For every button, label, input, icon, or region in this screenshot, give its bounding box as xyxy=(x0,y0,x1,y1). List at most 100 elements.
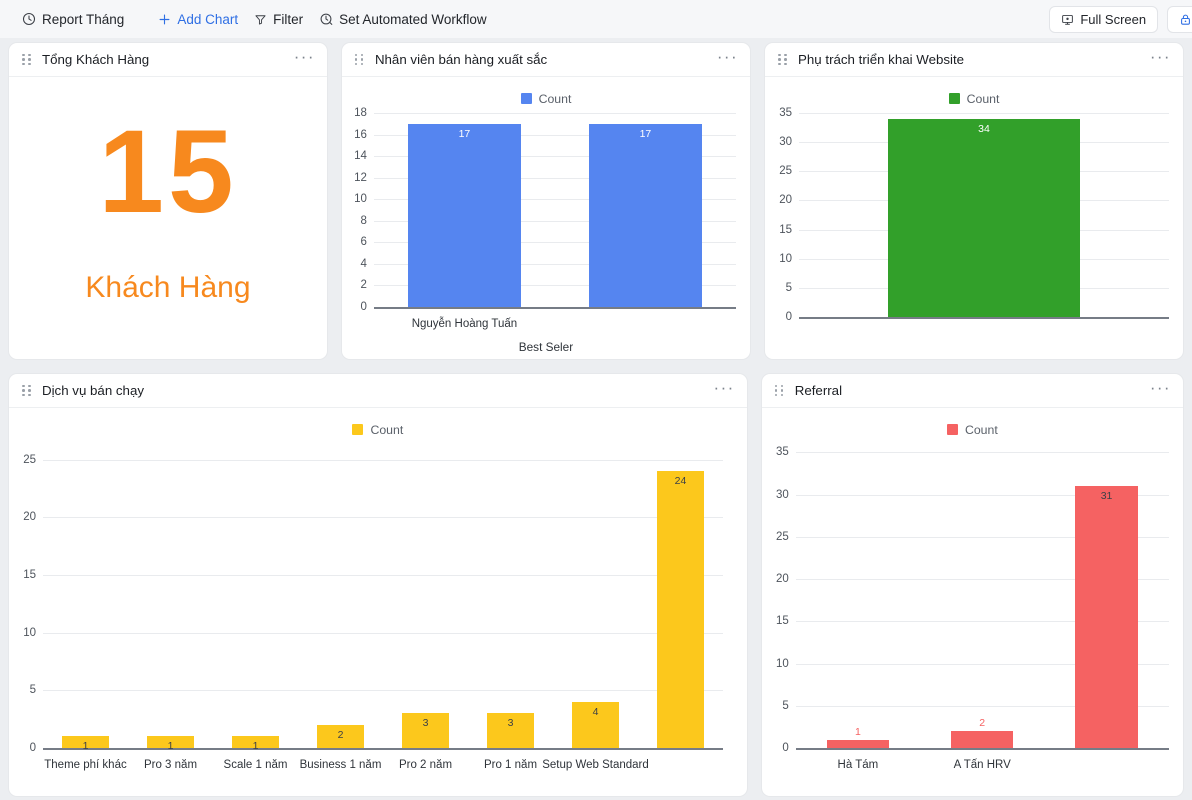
y-axis-tick-label: 20 xyxy=(775,573,789,586)
bar[interactable]: 1 xyxy=(147,736,194,752)
bar[interactable]: 2 xyxy=(951,717,1014,748)
dashboard-row-2: Dịch vụ bán chạy ··· Count 0 5 10 15 20 25 1 The… xyxy=(8,373,1184,797)
drag-handle-icon[interactable] xyxy=(22,53,31,66)
chart-services[interactable]: Count 0 5 10 15 20 25 1 Theme phí khác 1 Pro 3 năm… xyxy=(9,408,747,796)
card-menu-button[interactable]: ··· xyxy=(717,48,738,67)
x-axis-line xyxy=(373,307,736,309)
legend-swatch xyxy=(948,93,960,104)
y-axis-tick-label: 2 xyxy=(360,279,367,292)
drag-handle-icon[interactable] xyxy=(778,53,787,66)
legend-label: Count xyxy=(964,422,998,437)
bar[interactable]: 1 xyxy=(826,726,889,748)
legend-label: Count xyxy=(538,91,572,106)
bar-value-label: 2 xyxy=(337,728,344,741)
kpi-value: 15 xyxy=(98,106,238,238)
dashboard-board: Tổng Khách Hàng ··· 15 Khách Hàng Nhân v… xyxy=(0,38,1192,797)
bar[interactable]: 34 xyxy=(887,118,1081,317)
gridline xyxy=(795,452,1169,454)
chart-legend: Count xyxy=(762,408,1183,438)
drag-handle-icon[interactable] xyxy=(354,53,364,66)
card-tong-khach-hang[interactable]: Tổng Khách Hàng ··· 15 Khách Hàng xyxy=(8,42,328,360)
y-axis-tick-label: 30 xyxy=(779,136,793,149)
chart-referral[interactable]: Count 0 5 10 15 20 25 30 35 1 Hà Tám 2 A Tấn HRV 31 xyxy=(762,408,1183,796)
lock-icon xyxy=(1179,13,1192,26)
bar-value-label: 34 xyxy=(978,122,990,135)
add-chart-button[interactable]: Add Chart xyxy=(150,6,246,32)
bar-value-label: 17 xyxy=(458,127,471,140)
bar-value-label: 2 xyxy=(979,717,986,730)
y-axis-tick-label: 0 xyxy=(785,311,793,323)
x-axis-line xyxy=(43,748,723,750)
card-title: Referral xyxy=(794,383,843,398)
kpi-label: Khách Hàng xyxy=(85,271,251,304)
y-axis-tick-label: 4 xyxy=(360,257,367,270)
card-referral[interactable]: Referral ··· Count 0 5 10 15 20 25 30 35 1 Hà Tám 2… xyxy=(760,373,1184,797)
card-dich-vu-ban-chay[interactable]: Dịch vụ bán chạy ··· Count 0 5 10 15 20 25 1 The… xyxy=(8,373,748,797)
bar[interactable]: 4 xyxy=(572,701,619,748)
card-nhan-vien-ban-hang-xuat-sac[interactable]: Nhân viên bán hàng xuất sắc ··· Count 0 2 4… xyxy=(340,42,752,360)
legend-swatch xyxy=(946,424,958,435)
gridline xyxy=(43,690,723,692)
bar[interactable]: 2 xyxy=(317,724,364,748)
y-axis-tick-label: 5 xyxy=(29,684,36,697)
share-button[interactable]: Sh xyxy=(1167,5,1192,33)
bar-value-label: 1 xyxy=(854,725,861,738)
drag-handle-icon[interactable] xyxy=(774,384,784,397)
gridline xyxy=(43,574,723,576)
card-title: Nhân viên bán hàng xuất sắc xyxy=(374,52,548,67)
card-header: Phụ trách triển khai Website ··· xyxy=(765,43,1183,77)
drag-handle-icon[interactable] xyxy=(22,384,31,397)
card-phu-trach-trien-khai-website[interactable]: Phụ trách triển khai Website ··· Count 0 5… xyxy=(764,42,1184,360)
gridline xyxy=(373,113,736,114)
bar[interactable]: 3 xyxy=(402,713,449,748)
chart-best-seller[interactable]: Count 0 2 4 6 8 10 12 14 16 18 17 Nguyễn Hoàng Tuấn 1… xyxy=(342,77,750,359)
bar[interactable]: 1 xyxy=(62,736,109,752)
legend-swatch xyxy=(520,93,532,104)
report-title-button[interactable]: Report Tháng xyxy=(14,6,132,32)
y-axis-tick-label: 15 xyxy=(23,568,36,581)
bar[interactable]: 24 xyxy=(657,471,704,748)
x-axis-tick-label: Hà Tám xyxy=(837,759,879,771)
card-header: Nhân viên bán hàng xuất sắc ··· xyxy=(341,43,751,77)
legend-swatch xyxy=(352,424,364,435)
card-title: Dịch vụ bán chạy xyxy=(42,383,144,398)
plot-area: 0 5 10 15 20 25 1 Theme phí khác 1 Pro 3 năm 1 Scal… xyxy=(9,438,747,796)
x-axis-tick-label: Theme phí khác xyxy=(44,759,127,771)
bar[interactable]: 17 xyxy=(589,123,702,307)
gridline xyxy=(43,517,723,519)
set-automated-workflow-button[interactable]: Set Automated Workflow xyxy=(311,6,495,32)
bar[interactable]: 31 xyxy=(1075,486,1138,748)
card-header: Tổng Khách Hàng ··· xyxy=(9,43,327,77)
y-axis-tick-label: 15 xyxy=(779,223,793,236)
x-axis-line xyxy=(799,317,1170,319)
filter-label: Filter xyxy=(273,11,304,27)
chart-legend: Count xyxy=(342,77,750,107)
y-axis-tick-label: 30 xyxy=(775,488,789,501)
card-menu-button[interactable]: ··· xyxy=(714,379,735,398)
y-axis-tick-label: 0 xyxy=(360,301,367,313)
full-screen-label: Full Screen xyxy=(1080,11,1147,27)
bar[interactable]: 1 xyxy=(232,736,279,752)
bar[interactable]: 17 xyxy=(408,123,521,307)
dashboard-row-1: Tổng Khách Hàng ··· 15 Khách Hàng Nhân v… xyxy=(8,42,1184,360)
filter-button[interactable]: Filter xyxy=(246,6,311,32)
x-axis-tick-label: Scale 1 năm xyxy=(223,759,288,771)
add-chart-label: Add Chart xyxy=(177,11,239,27)
card-title: Phụ trách triển khai Website xyxy=(798,52,965,67)
x-axis-tick-label: Pro 1 năm xyxy=(483,759,538,771)
chart-website[interactable]: Count 0 5 10 15 20 25 30 35 34 xyxy=(765,77,1183,359)
card-menu-button[interactable]: ··· xyxy=(1150,48,1171,67)
card-menu-button[interactable]: ··· xyxy=(294,48,315,67)
x-axis-tick-label: Business 1 năm xyxy=(299,759,382,771)
card-menu-button[interactable]: ··· xyxy=(1150,379,1171,398)
y-axis-tick-label: 0 xyxy=(29,742,36,754)
y-axis-tick-label: 20 xyxy=(779,194,793,207)
bar[interactable]: 3 xyxy=(487,713,534,748)
y-axis-tick-label: 8 xyxy=(360,214,367,227)
x-axis-line xyxy=(795,748,1169,750)
top-toolbar: Report Tháng Add Chart Filter Set Automa… xyxy=(0,0,1192,38)
full-screen-button[interactable]: Full Screen xyxy=(1049,5,1159,33)
x-axis-tick-label: A Tấn HRV xyxy=(953,759,1011,771)
y-axis-tick-label: 10 xyxy=(775,657,789,670)
report-title-label: Report Tháng xyxy=(42,11,125,27)
